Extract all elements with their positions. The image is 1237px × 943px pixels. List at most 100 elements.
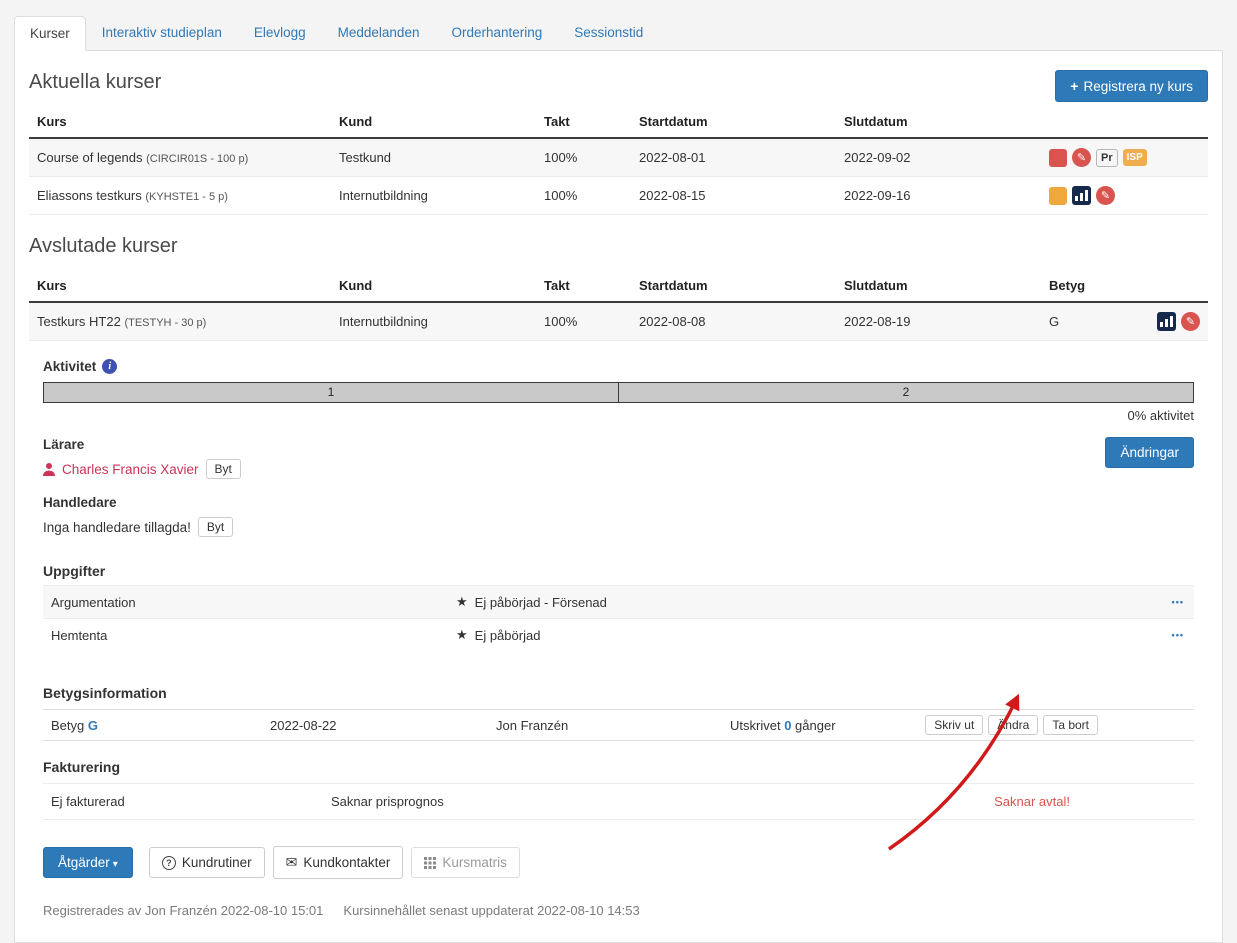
status-square-red-icon [1049, 149, 1067, 167]
ta-bort-button[interactable]: Ta bort [1043, 715, 1098, 735]
course-kund: Internutbildning [331, 302, 536, 341]
avslutade-kurser-title: Avslutade kurser [29, 235, 1208, 258]
kursmatris-button[interactable]: Kursmatris [411, 847, 520, 878]
pr-badge[interactable]: Pr [1096, 149, 1118, 167]
betygsinformation-title: Betygsinformation [43, 685, 1194, 701]
star-icon: ★ [456, 627, 468, 643]
course-startdatum: 2022-08-01 [631, 138, 836, 177]
tab-meddelanden[interactable]: Meddelanden [322, 15, 436, 50]
activity-segment-2: 2 [619, 382, 1194, 403]
table-row: Course of legends (CIRCIR01S - 100 p) Te… [29, 138, 1208, 177]
larare-title: Lärare [43, 437, 241, 452]
printed-count: 0 [784, 718, 791, 733]
course-slutdatum: 2022-09-16 [836, 177, 1041, 215]
col-header-kurs: Kurs [29, 106, 331, 138]
course-name[interactable]: Eliassons testkurs [37, 188, 142, 203]
course-code: (TESTYH - 30 p) [124, 317, 206, 329]
table-header-row: Kurs Kund Takt Startdatum Slutdatum [29, 106, 1208, 138]
more-options-icon[interactable]: ••• [1172, 597, 1184, 607]
andringar-button[interactable]: Ändringar [1105, 437, 1194, 468]
activity-segment-1: 1 [43, 382, 619, 403]
course-code: (KYHSTE1 - 5 p) [145, 191, 228, 203]
printed-label: Utskrivet [730, 718, 781, 733]
prisprognos-text: Saknar prisprognos [331, 794, 444, 809]
grid-icon [424, 857, 436, 869]
star-icon: ★ [456, 594, 468, 610]
completed-courses-table: Kurs Kund Takt Startdatum Slutdatum Bety… [29, 270, 1208, 341]
envelope-icon: ✉ [286, 854, 298, 871]
col-header-startdatum: Startdatum [631, 270, 836, 302]
betyg-label: Betyg [51, 718, 84, 733]
isp-badge[interactable]: ISP [1123, 149, 1147, 166]
course-code: (CIRCIR01S - 100 p) [146, 153, 248, 165]
course-detail-section: Aktivitet i 1 2 0% aktivitet Lärare Char… [29, 359, 1208, 918]
more-options-icon[interactable]: ••• [1172, 630, 1184, 640]
printed-suffix: gånger [795, 718, 835, 733]
tab-bar: Kurser Interaktiv studieplan Elevlogg Me… [0, 0, 1237, 50]
tab-elevlogg[interactable]: Elevlogg [238, 15, 322, 50]
register-course-button[interactable]: +Registrera ny kurs [1055, 70, 1208, 102]
saknar-avtal-warning: Saknar avtal! [994, 794, 1070, 809]
col-header-icons [1041, 106, 1208, 138]
table-row: Eliassons testkurs (KYHSTE1 - 5 p) Inter… [29, 177, 1208, 215]
question-icon: ? [162, 856, 176, 870]
plus-icon: + [1070, 78, 1078, 94]
faktura-status: Ej fakturerad [51, 794, 331, 809]
col-header-kurs: Kurs [29, 270, 331, 302]
col-header-kund: Kund [331, 270, 536, 302]
course-name[interactable]: Testkurs HT22 [37, 314, 121, 329]
grade-value: G [88, 718, 98, 733]
aktivitet-title: Aktivitet [43, 359, 96, 374]
course-kund: Internutbildning [331, 177, 536, 215]
col-header-takt: Takt [536, 106, 631, 138]
caret-down-icon: ▾ [113, 859, 118, 870]
handledare-title: Handledare [43, 495, 1194, 510]
grade-date: 2022-08-22 [270, 718, 496, 733]
chart-icon[interactable] [1157, 312, 1176, 331]
skriv-ut-button[interactable]: Skriv ut [925, 715, 983, 735]
course-takt: 100% [536, 177, 631, 215]
course-betyg: G [1041, 302, 1141, 341]
task-status: Ej påbörjad - Försenad [475, 595, 607, 610]
task-row[interactable]: Argumentation ★ Ej påbörjad - Försenad •… [43, 585, 1194, 618]
tab-sessionstid[interactable]: Sessionstid [558, 15, 659, 50]
uppgifter-title: Uppgifter [43, 563, 1194, 579]
pen-icon[interactable]: ✎ [1096, 186, 1115, 205]
task-name: Hemtenta [51, 628, 456, 643]
person-icon [43, 463, 55, 476]
activity-bar: 1 2 [43, 382, 1194, 403]
byt-larare-button[interactable]: Byt [206, 459, 241, 479]
grade-set-by: Jon Franzén [496, 718, 730, 733]
task-row[interactable]: Hemtenta ★ Ej påbörjad ••• [43, 618, 1194, 651]
col-header-slutdatum: Slutdatum [836, 270, 1041, 302]
pen-icon[interactable]: ✎ [1072, 148, 1091, 167]
chart-icon[interactable] [1072, 186, 1091, 205]
footer-info: Registrerades av Jon Franzén 2022-08-10 … [43, 903, 1194, 918]
course-name[interactable]: Course of legends [37, 150, 143, 165]
table-header-row: Kurs Kund Takt Startdatum Slutdatum Bety… [29, 270, 1208, 302]
kundrutiner-button[interactable]: ?Kundrutiner [149, 847, 265, 878]
kundkontakter-button[interactable]: ✉Kundkontakter [273, 846, 404, 879]
col-header-takt: Takt [536, 270, 631, 302]
course-startdatum: 2022-08-15 [631, 177, 836, 215]
tab-interaktiv-studieplan[interactable]: Interaktiv studieplan [86, 15, 238, 50]
andra-button[interactable]: Ändra [988, 715, 1038, 735]
current-courses-table: Kurs Kund Takt Startdatum Slutdatum Cour… [29, 106, 1208, 215]
col-header-kund: Kund [331, 106, 536, 138]
task-status: Ej påbörjad [475, 628, 541, 643]
aktuella-kurser-title: Aktuella kurser [29, 71, 161, 94]
fakturering-title: Fakturering [43, 759, 1194, 775]
atgarder-button[interactable]: Åtgärder▾ [43, 847, 133, 878]
fakturering-row: Ej fakturerad Saknar prisprognos Saknar … [43, 783, 1194, 820]
info-icon[interactable]: i [102, 359, 117, 374]
course-takt: 100% [536, 138, 631, 177]
teacher-link[interactable]: Charles Francis Xavier [62, 462, 199, 477]
col-header-icons [1141, 270, 1208, 302]
tab-kurser[interactable]: Kurser [14, 16, 86, 51]
course-slutdatum: 2022-09-02 [836, 138, 1041, 177]
byt-handledare-button[interactable]: Byt [198, 517, 233, 537]
activity-percent: 0% aktivitet [43, 408, 1194, 423]
pen-icon[interactable]: ✎ [1181, 312, 1200, 331]
tab-orderhantering[interactable]: Orderhantering [435, 15, 558, 50]
col-header-slutdatum: Slutdatum [836, 106, 1041, 138]
